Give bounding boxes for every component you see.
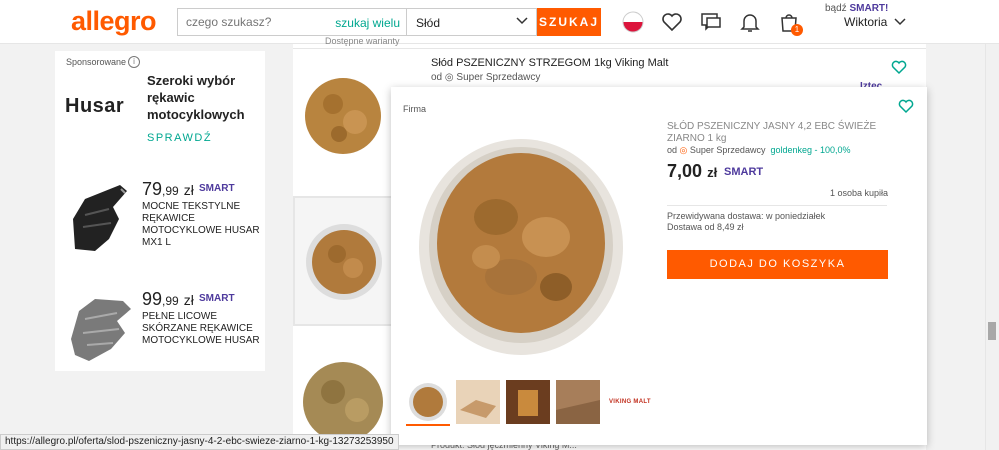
seller-badge-icon: ◎ — [679, 145, 688, 155]
glove-image — [73, 185, 127, 251]
category-select[interactable]: Słód — [406, 8, 537, 36]
smart-badge: SMART — [199, 183, 235, 194]
ad-product-price: 99,99 zł — [142, 289, 194, 310]
malt-bowl-image — [306, 224, 382, 300]
seller-rating[interactable]: goldenkeg - 100,0% — [770, 145, 850, 155]
allegro-logo[interactable]: allegro — [71, 6, 157, 37]
messages-icon[interactable] — [699, 10, 723, 34]
thumbnail-2[interactable] — [456, 380, 500, 424]
thumbnail-3[interactable] — [506, 380, 550, 424]
ad-product[interactable]: 99,99 zł SMART PEŁNE LICOWE SKÓRZANE RĘK… — [65, 289, 260, 389]
price-decimal: ,99 — [162, 184, 179, 198]
top-header: allegro szukaj wielu Słód SZUKAJ 1 bądź … — [0, 0, 999, 44]
price-integer: 79 — [142, 179, 163, 199]
thumbnail-selected-indicator — [406, 424, 450, 426]
ad-title[interactable]: Szeroki wybór rękawic motocyklowych — [147, 72, 257, 123]
variants-label: Dostępne warianty — [325, 36, 400, 46]
delivery-info: Przewidywana dostawa: w poniedziałek Dost… — [667, 211, 825, 233]
delivery-cost: Dostawa od 8,49 zł — [667, 222, 744, 232]
price-currency: zł — [707, 165, 718, 180]
product-seller: od ◎ Super Sprzedawcy goldenkeg - 100,0% — [667, 145, 851, 156]
search-box[interactable]: szukaj wielu — [177, 8, 406, 36]
heart-icon[interactable] — [898, 98, 914, 114]
product-main-image[interactable] — [416, 127, 626, 362]
search-button[interactable]: SZUKAJ — [537, 8, 601, 36]
product-title[interactable]: SŁÓD PSZENICZNY JASNY 4,2 EBC ŚWIEŻE ZIA… — [667, 121, 882, 145]
scrollbar-thumb[interactable] — [988, 322, 996, 340]
product-preview-popup: Firma SŁÓD PSZENICZNY JASNY 4,2 EBC ŚWIE… — [391, 87, 927, 445]
sponsored-ad: Sponsorowane i Husar Szeroki wybór rękaw… — [55, 51, 265, 371]
search-input[interactable] — [186, 15, 336, 29]
chevron-down-icon[interactable] — [893, 15, 907, 29]
heart-icon[interactable] — [660, 10, 684, 34]
seller-prefix: od — [667, 145, 678, 155]
smart-promo[interactable]: bądź SMART! — [825, 3, 888, 14]
link-status-bar: https://allegro.pl/oferta/slod-pszeniczn… — [0, 434, 399, 450]
malt-image[interactable] — [303, 56, 383, 176]
seller-name: Super Sprzedawcy — [456, 72, 541, 83]
divider — [293, 48, 926, 49]
product-price: 7,00 zł — [667, 161, 717, 182]
info-icon[interactable]: i — [128, 56, 140, 68]
smart-badge: SMART — [724, 166, 764, 178]
bell-icon[interactable] — [738, 10, 762, 34]
thumbnail-5-brand[interactable]: VIKING MALT — [609, 399, 651, 405]
add-to-cart-button[interactable]: DODAJ DO KOSZYKA — [667, 250, 888, 279]
poland-flag-icon[interactable] — [621, 10, 645, 34]
thumbnail-1[interactable] — [406, 380, 450, 424]
price-value: 7,00 — [667, 161, 703, 181]
barley-image[interactable] — [303, 332, 383, 450]
listing-seller: od ◎ Super Sprzedawcy — [431, 72, 541, 83]
ad-product-name: PEŁNE LICOWE SKÓRZANE RĘKAWICE MOTOCYKLO… — [142, 311, 260, 346]
chevron-down-icon — [516, 17, 528, 25]
ad-product-name: MOCNE TEKSTYLNE RĘKAWICE MOTOCYKLOWE HUS… — [142, 201, 260, 248]
heart-icon[interactable] — [891, 59, 907, 75]
smart-badge: SMART — [199, 293, 235, 304]
thumbnail-4[interactable] — [556, 380, 600, 424]
category-value: Słód — [416, 16, 441, 30]
ad-cta-link[interactable]: SPRAWDŹ — [147, 132, 212, 144]
smart-prefix: bądź — [825, 3, 847, 14]
divider — [667, 205, 887, 206]
seller-name: Super Sprzedawcy — [689, 145, 766, 155]
sponsored-label: Sponsorowane — [66, 57, 127, 67]
smart-label: SMART! — [849, 3, 889, 14]
price-decimal: ,99 — [162, 294, 179, 308]
purchase-count: 1 osoba kupiła — [830, 188, 889, 198]
ad-product-price: 79,99 zł — [142, 179, 194, 200]
husar-logo[interactable]: Husar — [65, 95, 124, 118]
glove-image — [71, 299, 131, 361]
user-name[interactable]: Wiktoria — [844, 15, 887, 29]
delivery-date: Przewidywana dostawa: w poniedziałek — [667, 211, 826, 221]
price-currency: zł — [183, 292, 194, 308]
search-many-link[interactable]: szukaj wielu — [335, 16, 400, 30]
firma-label: Firma — [403, 104, 426, 114]
ad-product[interactable]: 79,99 zł SMART MOCNE TEKSTYLNE RĘKAWICE … — [65, 179, 260, 279]
price-currency: zł — [183, 182, 194, 198]
scrollbar-track[interactable] — [985, 44, 999, 450]
listing-title[interactable]: Słód PSZENICZNY STRZEGOM 1kg Viking Malt — [431, 57, 668, 69]
seller-prefix: od — [431, 72, 443, 83]
price-integer: 99 — [142, 289, 163, 309]
listing-image-frame[interactable] — [293, 196, 393, 326]
cart-count-badge: 1 — [791, 24, 803, 36]
